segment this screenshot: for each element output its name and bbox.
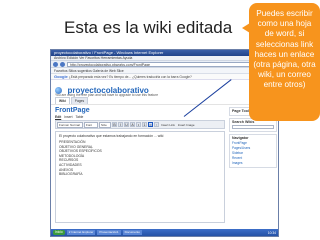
- tab-edit[interactable]: Edit: [55, 115, 61, 119]
- window-titlebar: proyectocolaborativo / FrontPage - Windo…: [51, 50, 278, 56]
- tab-table[interactable]: Table: [75, 115, 83, 119]
- windows-taskbar: Inicio 2 Internet Explorer Presentación1…: [51, 229, 278, 236]
- navigator-box: Navigator FrontPage Pages/Users Sidebar …: [229, 134, 277, 168]
- size-select[interactable]: Size: [99, 121, 111, 128]
- list-item: BIBLIOGRAFÍA: [59, 172, 83, 177]
- editor-intro-text: El proyecto colaborativo que estamos tra…: [59, 134, 164, 138]
- nav-item[interactable]: Images: [232, 161, 274, 166]
- callout-note: Puedes escribir como una hoja de word, s…: [242, 3, 320, 121]
- taskbar-item[interactable]: Presentación1: [97, 230, 121, 235]
- text-color-icon[interactable]: A: [130, 122, 135, 127]
- start-button[interactable]: Inicio: [53, 230, 65, 235]
- taskbar-item[interactable]: 2 Internet Explorer: [66, 230, 96, 235]
- underline-icon[interactable]: U: [124, 122, 129, 127]
- wiki-header: proyectocolaborativo You are using the f…: [51, 80, 278, 105]
- format-select[interactable]: Format: Normal: [57, 121, 83, 128]
- tab-pages[interactable]: Pages: [70, 97, 89, 104]
- editor-textarea[interactable]: El proyecto colaborativo que estamos tra…: [55, 131, 225, 223]
- insert-link-button[interactable]: Insert Link: [160, 123, 176, 127]
- image-icon[interactable]: ▫: [154, 122, 159, 127]
- wiki-tabs: Wiki Pages: [55, 97, 89, 104]
- link-icon[interactable]: ∞: [148, 122, 153, 127]
- search-input[interactable]: [232, 125, 274, 129]
- bold-icon[interactable]: B: [112, 122, 117, 127]
- tab-insert[interactable]: Insert: [64, 115, 72, 119]
- editor-toolbar: Format: Normal Font Size B I U A • 1 ∞ ▫…: [55, 120, 225, 129]
- forward-button[interactable]: [60, 61, 65, 67]
- font-select[interactable]: Font: [84, 121, 98, 128]
- window-title: proyectocolaborativo / FrontPage - Windo…: [54, 50, 164, 55]
- tab-wiki[interactable]: Wiki: [55, 97, 70, 104]
- back-button[interactable]: [53, 61, 58, 67]
- italic-icon[interactable]: I: [118, 122, 123, 127]
- editor-tabs: Edit Insert Table: [55, 115, 225, 119]
- page-title: FrontPage: [55, 107, 90, 114]
- insert-image-button[interactable]: Insert Image: [177, 123, 196, 127]
- callout-text: Puedes escribir como una hoja de word, s…: [253, 9, 316, 90]
- google-logo: Google: [54, 74, 68, 79]
- address-bar: http://proyectocolaborativo.pbworks.com/…: [51, 61, 278, 68]
- google-toolbar-text: ¿Está preparado esta vez? Es tiempo de..…: [68, 75, 192, 79]
- taskbar-item[interactable]: Documento: [122, 230, 142, 235]
- bullet-list-icon[interactable]: •: [136, 122, 141, 127]
- navigator-title: Navigator: [232, 136, 249, 140]
- slide-title: Esta es la wiki editada: [64, 18, 233, 37]
- editor-main: FrontPage Edit Insert Table Format: Norm…: [55, 107, 225, 223]
- url-input[interactable]: http://proyectocolaborativo.pbworks.com/…: [67, 61, 276, 67]
- browser-screenshot: proyectocolaborativo / FrontPage - Windo…: [50, 49, 279, 237]
- wiki-page: proyectocolaborativo You are using the f…: [51, 79, 278, 225]
- taskbar-clock: 10:34: [267, 230, 276, 235]
- numbered-list-icon[interactable]: 1: [142, 122, 147, 127]
